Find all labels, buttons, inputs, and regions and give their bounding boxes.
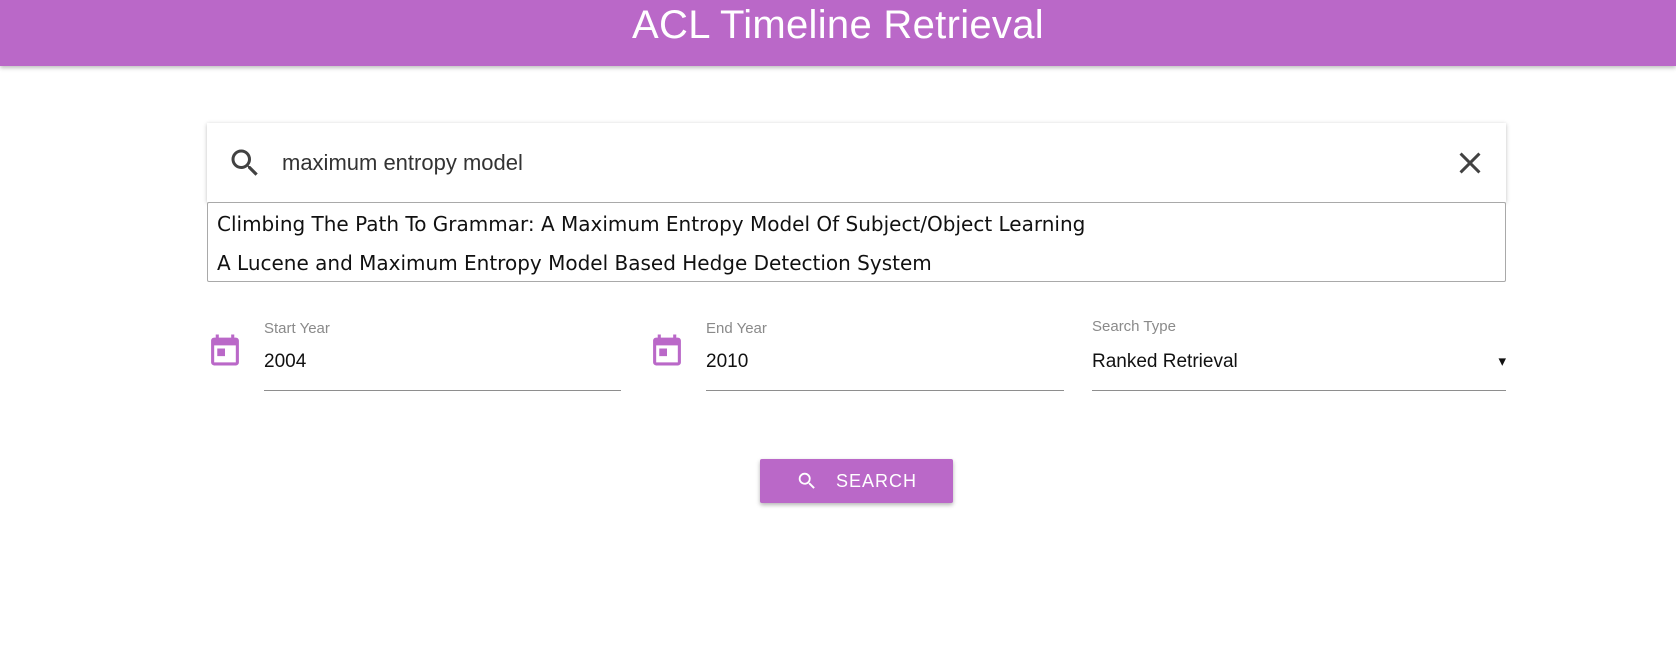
search-icon — [796, 470, 818, 492]
end-year-underline — [706, 390, 1064, 391]
search-type-select[interactable]: Search Type Ranked Retrieval ▾ — [1092, 315, 1506, 391]
search-type-label: Search Type — [1092, 318, 1176, 335]
suggestion-item[interactable]: A Lucene and Maximum Entropy Model Based… — [217, 251, 932, 275]
close-icon[interactable] — [1452, 145, 1488, 181]
start-year-underline — [264, 390, 621, 391]
end-year-field: End Year — [706, 315, 1064, 391]
suggestion-item[interactable]: Climbing The Path To Grammar: A Maximum … — [217, 212, 1085, 236]
search-button[interactable]: SEARCH — [760, 459, 953, 503]
search-icon — [227, 145, 263, 181]
search-input[interactable] — [282, 143, 1382, 183]
search-type-underline — [1092, 390, 1506, 391]
chevron-down-icon[interactable]: ▾ — [1498, 352, 1506, 370]
start-year-input[interactable] — [264, 351, 621, 373]
start-year-field: Start Year — [264, 315, 621, 391]
page-title: ACL Timeline Retrieval — [632, 2, 1044, 47]
app-bar: ACL Timeline Retrieval — [0, 0, 1676, 66]
search-type-value: Ranked Retrieval — [1092, 351, 1238, 372]
search-button-label: SEARCH — [835, 470, 917, 491]
calendar-icon[interactable] — [651, 333, 683, 367]
suggestion-list: Climbing The Path To Grammar: A Maximum … — [207, 202, 1506, 282]
calendar-icon[interactable] — [209, 333, 241, 367]
search-box — [207, 123, 1506, 202]
end-year-input[interactable] — [706, 351, 1064, 373]
start-year-label: Start Year — [264, 320, 330, 337]
end-year-label: End Year — [706, 320, 767, 337]
